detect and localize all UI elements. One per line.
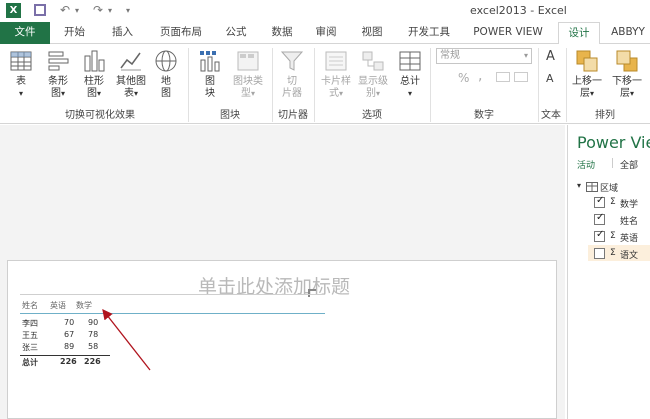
power-view-fields-panel: Power View 活动 全部 ▾ 区域 Σ 数学 姓名 Σ 英语 Σ 语文: [567, 125, 650, 419]
field-table-name[interactable]: 区域: [600, 181, 618, 194]
expand-collapse-icon[interactable]: ▾: [577, 181, 581, 190]
panel-title: Power View: [577, 133, 650, 152]
table-icon: [586, 182, 598, 192]
field-label-name[interactable]: 姓名: [620, 214, 638, 227]
panel-tabs-divider: [612, 158, 613, 168]
field-label-math[interactable]: 数学: [620, 197, 638, 210]
annotation-arrows: [102, 254, 604, 371]
annotation-arrow-table: [102, 308, 151, 371]
sigma-icon: Σ: [610, 248, 616, 258]
field-label-chinese[interactable]: 语文: [620, 248, 638, 261]
sigma-icon: Σ: [610, 231, 616, 241]
field-checkbox-name[interactable]: [594, 212, 605, 225]
panel-tab-active[interactable]: 活动: [577, 158, 595, 171]
sigma-icon: Σ: [610, 197, 616, 207]
field-checkbox-math[interactable]: [594, 195, 605, 208]
field-checkbox-english[interactable]: [594, 229, 605, 242]
field-label-english[interactable]: 英语: [620, 231, 638, 244]
field-checkbox-chinese[interactable]: [594, 248, 605, 259]
panel-tab-all[interactable]: 全部: [620, 158, 638, 171]
